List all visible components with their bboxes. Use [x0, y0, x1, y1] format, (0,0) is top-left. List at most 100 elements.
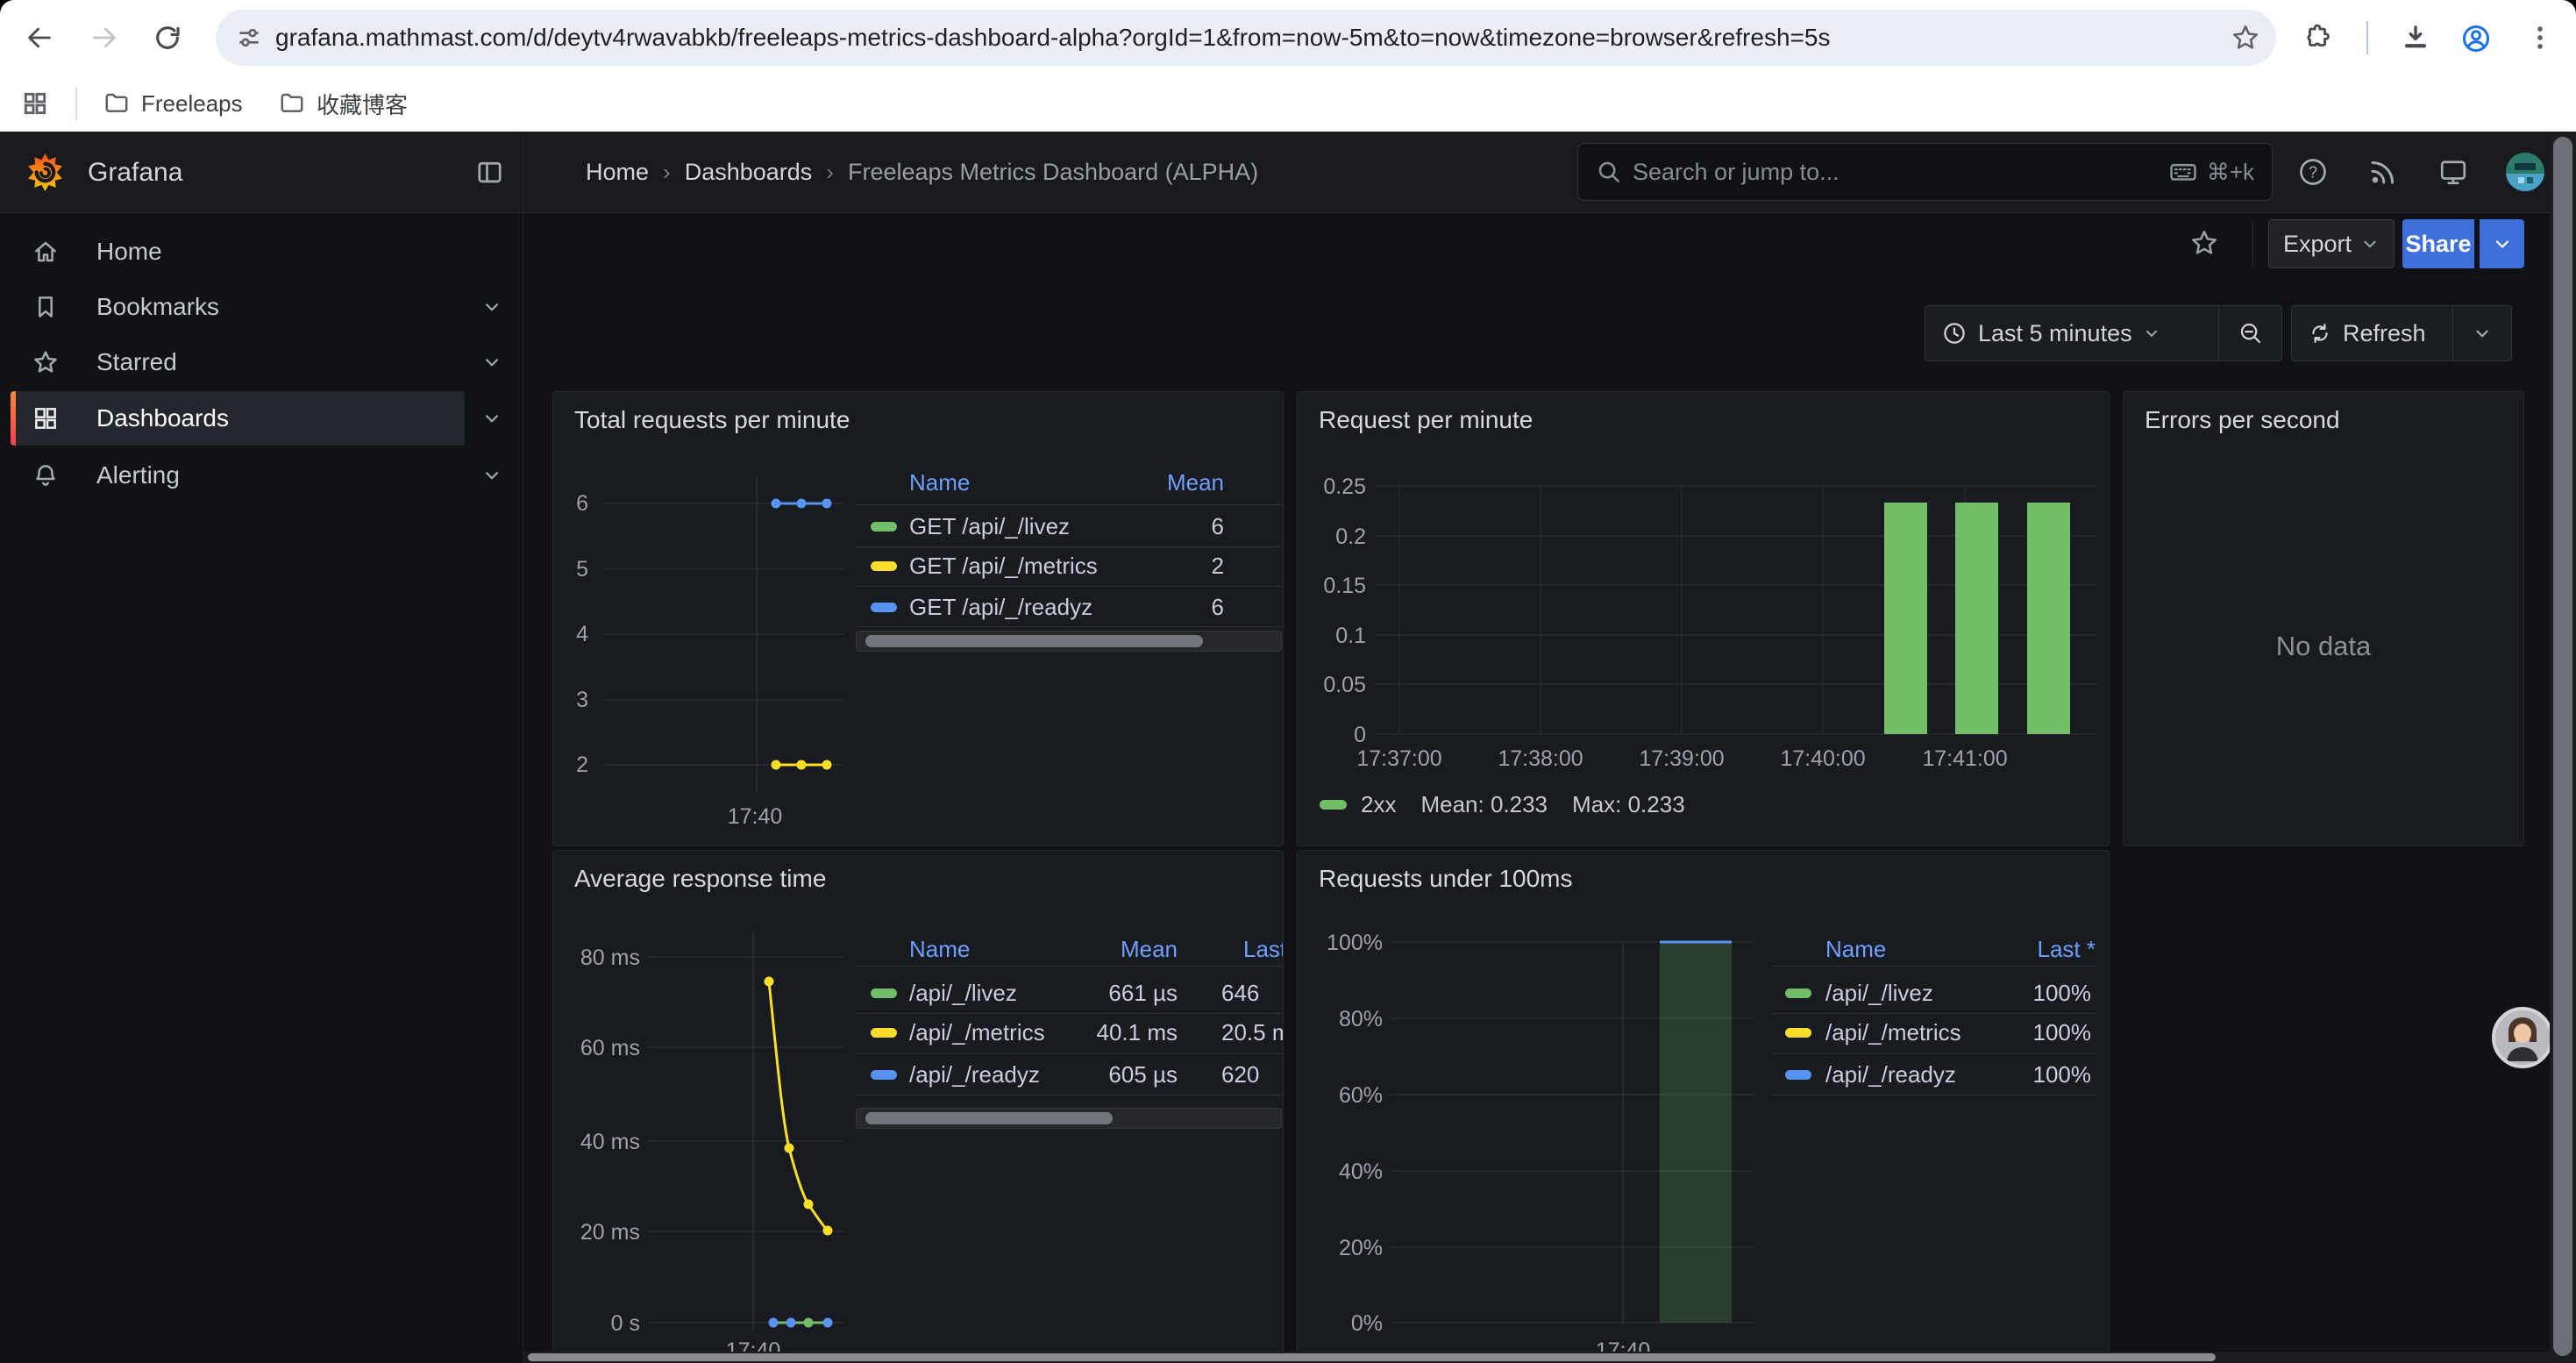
forward-icon[interactable] [89, 23, 119, 53]
search-input[interactable]: Search or jump to... ⌘+k [1577, 143, 2273, 201]
toolbar-divider [2366, 21, 2368, 54]
y-tick: 80 ms [553, 944, 640, 972]
help-icon[interactable]: ? [2297, 156, 2329, 188]
sidebar-item-bookmarks[interactable]: Bookmarks [11, 280, 465, 334]
chevron-down-icon [2360, 234, 2380, 253]
legend-item-2xx[interactable]: 2xx Mean: 0.233 Max: 0.233 [1320, 791, 1685, 818]
reload-icon[interactable] [153, 23, 182, 53]
sidebar-chevron-dashboards[interactable] [480, 407, 503, 430]
horizontal-scrollbar[interactable] [523, 1352, 2550, 1363]
browser-menu-icon[interactable] [2525, 23, 2555, 53]
bookmark-label: Freeleaps [141, 90, 243, 118]
refresh-button[interactable]: Refresh [2292, 306, 2452, 360]
area-chart [1298, 851, 2110, 1363]
scrollbar-thumb[interactable] [2553, 137, 2572, 1356]
zoom-out-icon [2238, 320, 2264, 346]
scrollbar-thumb[interactable] [865, 1112, 1113, 1124]
floating-assistant-avatar[interactable] [2492, 1007, 2553, 1068]
scrollbar-thumb[interactable] [865, 635, 1203, 647]
time-range-picker[interactable]: Last 5 minutes [1925, 306, 2218, 360]
apps-grid-icon[interactable] [21, 89, 49, 118]
site-settings-icon[interactable] [235, 24, 263, 52]
table-header-last[interactable]: Last * [1243, 936, 1284, 963]
table-header-name[interactable]: Name [1825, 936, 1886, 963]
series-swatch [1785, 1028, 1811, 1038]
favorite-star-icon[interactable] [2189, 228, 2219, 258]
bookmark-folder-freeleaps[interactable]: Freeleaps [103, 75, 243, 132]
y-tick: 3 [553, 686, 588, 714]
back-icon[interactable] [25, 23, 54, 53]
panel-errors-per-second: Errors per second No data [2123, 391, 2524, 846]
share-menu-button[interactable] [2480, 219, 2524, 268]
panel-title[interactable]: Errors per second [2145, 406, 2340, 434]
sidebar-chevron-starred[interactable] [480, 351, 503, 374]
table-header-last[interactable]: Last * [1920, 936, 2096, 963]
sidebar-item-starred[interactable]: Starred [11, 335, 465, 389]
bookmark-folder-blogs[interactable]: 收藏博客 [279, 75, 408, 132]
breadcrumb: Home › Dashboards › Freeleaps Metrics Da… [586, 132, 1258, 213]
active-accent-bar [11, 391, 16, 446]
grafana-logo[interactable] [25, 152, 66, 193]
refresh-label: Refresh [2343, 320, 2426, 347]
sidebar-item-dashboards[interactable]: Dashboards [11, 391, 465, 446]
refresh-icon [2308, 321, 2332, 346]
y-tick: 0 [1298, 721, 1366, 749]
zoom-out-button[interactable] [2219, 306, 2281, 360]
panel-avg-response-time: Average response time 80 ms 60 ms 40 ms … [552, 850, 1284, 1363]
extensions-icon[interactable] [2302, 23, 2332, 53]
y-tick: 0.25 [1298, 473, 1366, 501]
legend-scrollbar[interactable] [856, 1108, 1282, 1129]
table-header-mean[interactable]: Mean [1049, 469, 1224, 496]
breadcrumb-home[interactable]: Home [586, 159, 649, 186]
grafana-header: Grafana Home › Dashboards › Freeleaps Me… [0, 132, 2576, 213]
panel-request-per-minute: Request per minute 0.25 [1297, 391, 2110, 846]
table-header-mean[interactable]: Mean [1002, 936, 1178, 963]
bookmark-label: 收藏博客 [317, 88, 408, 120]
breadcrumb-dashboards[interactable]: Dashboards [685, 159, 813, 186]
x-tick: 17:39:00 [1629, 746, 1734, 772]
series-last: 646 [1221, 980, 1284, 1007]
legend-scrollbar[interactable] [856, 631, 1282, 652]
url-bar[interactable]: grafana.mathmast.com/d/deytv4rwavabkb/fr… [216, 10, 2276, 66]
export-button[interactable]: Export [2268, 219, 2395, 268]
series-swatch [871, 522, 897, 532]
separator [856, 546, 1282, 547]
browser-window: grafana.mathmast.com/d/deytv4rwavabkb/fr… [0, 0, 2576, 1363]
sidebar-item-alerting[interactable]: Alerting [11, 448, 465, 503]
profile-icon[interactable] [2460, 23, 2490, 53]
sidebar-chevron-alerting[interactable] [480, 464, 503, 487]
bar-chart [1298, 392, 2110, 846]
bookmarks-divider [75, 87, 77, 120]
series-name: 2xx [1361, 791, 1396, 818]
url-text[interactable]: grafana.mathmast.com/d/deytv4rwavabkb/fr… [275, 24, 1830, 52]
series-name: GET /api/_/livez [909, 513, 1070, 540]
refresh-interval-button[interactable] [2453, 306, 2511, 360]
sidebar-toggle-icon[interactable] [475, 158, 504, 187]
series-mean: 661 µs [1002, 980, 1178, 1007]
vertical-scrollbar[interactable] [2550, 132, 2576, 1363]
y-tick: 0.15 [1298, 572, 1366, 600]
series-last: 20.5 ms [1221, 1019, 1284, 1046]
share-button[interactable]: Share [2402, 219, 2474, 268]
kiosk-monitor-icon[interactable] [2437, 156, 2469, 188]
chevron-down-icon [2143, 325, 2160, 342]
sidebar-item-home[interactable]: Home [11, 225, 465, 279]
y-tick: 20% [1298, 1234, 1383, 1262]
news-icon[interactable] [2367, 156, 2399, 188]
separator [856, 626, 1282, 627]
separator [856, 1013, 1282, 1014]
separator [856, 586, 1282, 587]
downloads-icon[interactable] [2401, 23, 2430, 53]
sidebar-chevron-bookmarks[interactable] [480, 296, 503, 318]
series-last: 100% [1916, 1019, 2091, 1046]
bars [1884, 503, 2070, 734]
toolbar-divider [2252, 222, 2253, 266]
table-header-name[interactable]: Name [909, 936, 970, 963]
table-header-name[interactable]: Name [909, 469, 970, 496]
user-avatar[interactable] [2506, 153, 2544, 191]
bookmark-star-icon[interactable] [2231, 23, 2260, 53]
series-swatch [1785, 988, 1811, 998]
home-icon [32, 238, 60, 266]
scrollbar-thumb[interactable] [528, 1353, 2216, 1361]
dashboards-grid-icon [32, 404, 60, 432]
